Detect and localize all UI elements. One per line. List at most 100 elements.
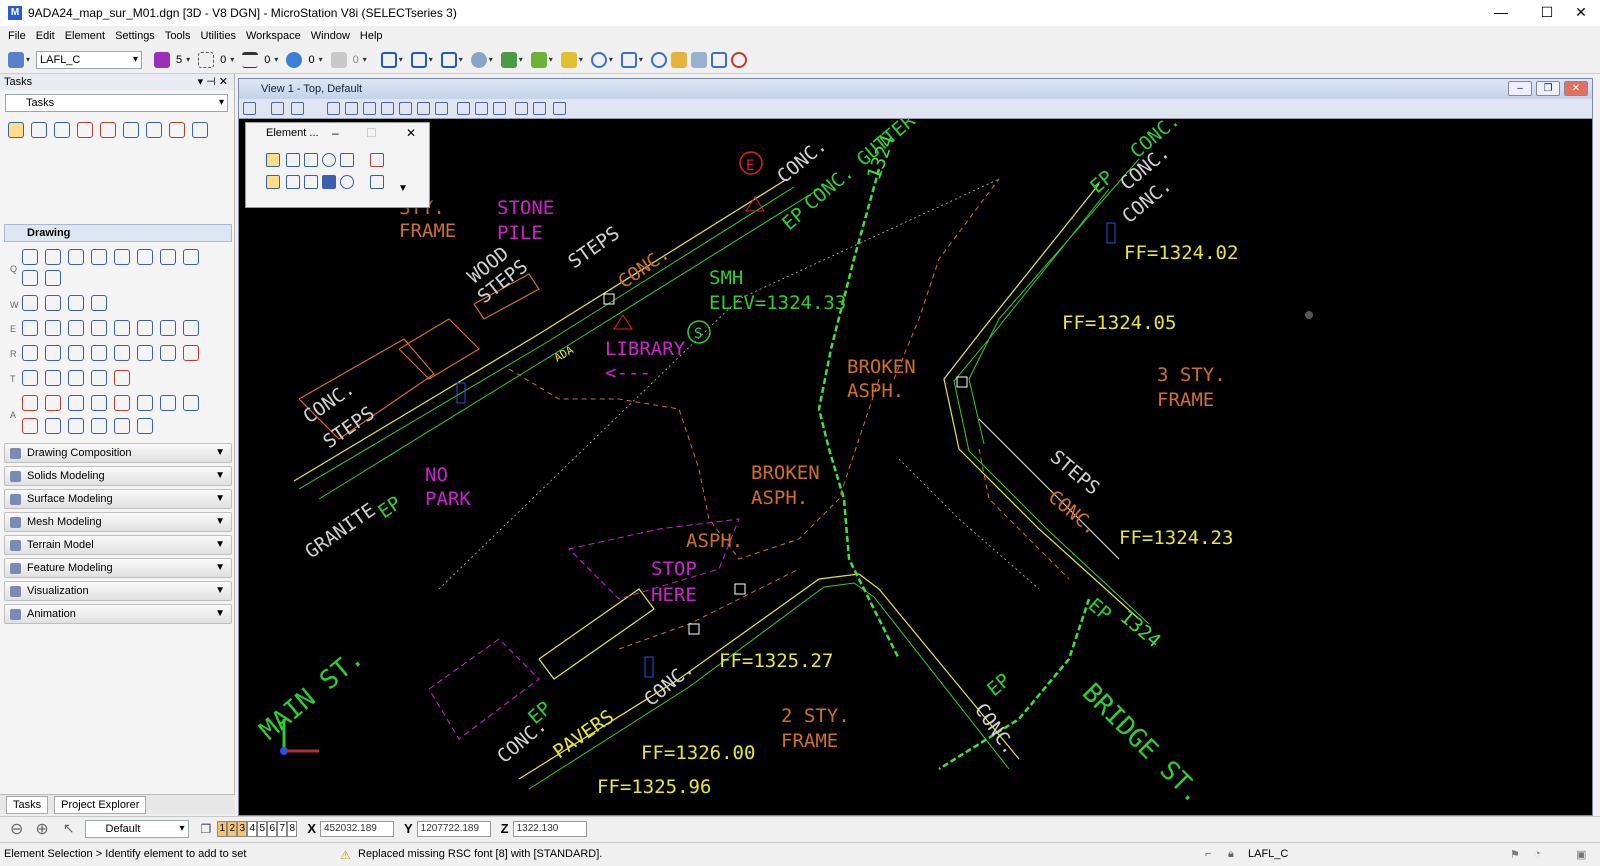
bspline-icon[interactable] (137, 249, 153, 265)
section-visualization[interactable]: Visualization ▼ (4, 581, 232, 601)
design-history-icon[interactable]: ◔ (1534, 848, 1541, 860)
tasks-panel-controls[interactable]: ▾ ⊣ ✕ (198, 74, 228, 90)
dialog-close-button[interactable]: ✕ (406, 123, 416, 143)
menu-tools[interactable]: Tools (165, 30, 191, 42)
display-style-view-icon[interactable] (271, 102, 284, 115)
polygon-icon[interactable] (91, 295, 107, 311)
references-icon[interactable] (410, 51, 427, 68)
abc-icon[interactable] (137, 395, 153, 411)
level-manager-dropdown[interactable]: ▾ (26, 55, 30, 64)
view-3-button[interactable]: 3 (237, 820, 248, 837)
shape-select-icon[interactable] (304, 153, 318, 167)
menu-element[interactable]: Element (65, 30, 105, 42)
group-icon[interactable] (22, 370, 38, 386)
tab-project-explorer[interactable]: Project Explorer (54, 795, 147, 814)
active-level-status[interactable]: LAFL_C (1248, 848, 1288, 860)
arc-angle-icon[interactable] (160, 320, 176, 336)
section-drawing-composition[interactable]: Drawing Composition ▼ (4, 443, 232, 463)
message-center-icon[interactable]: ⚑ (1510, 848, 1520, 861)
level-manager-icon[interactable] (8, 51, 24, 68)
view-next-icon[interactable] (475, 102, 488, 115)
clip-mask-icon[interactable] (533, 102, 546, 115)
individual-select-icon[interactable] (266, 153, 280, 167)
view-4-button[interactable]: 4 (247, 820, 258, 837)
active-level-combo[interactable]: LAFL_C (36, 50, 143, 69)
modify-icon[interactable] (123, 122, 139, 138)
lock-icon[interactable] (68, 370, 84, 386)
priority-dropdown[interactable]: ▾ (363, 55, 367, 64)
axis-icon[interactable] (54, 122, 70, 138)
references-dropdown[interactable]: ▾ (429, 55, 433, 64)
drawing-section-header[interactable]: Drawing (4, 224, 232, 242)
hatch-icon[interactable] (22, 345, 38, 361)
update-view-icon[interactable] (327, 102, 340, 115)
line-select-icon[interactable] (340, 153, 354, 167)
display-style-icon[interactable] (500, 51, 517, 68)
menu-workspace[interactable]: Workspace (246, 30, 301, 42)
block-select-icon[interactable] (286, 153, 300, 167)
menu-settings[interactable]: Settings (115, 30, 155, 42)
arc-axis-icon[interactable] (183, 320, 199, 336)
clear-selection-icon[interactable] (370, 153, 384, 167)
edit-text-icon[interactable] (45, 395, 61, 411)
status-message[interactable]: Replaced missing RSC font [8] with [STAN… (358, 848, 602, 860)
saved-views-icon[interactable] (530, 51, 547, 68)
line-icon[interactable] (45, 249, 61, 265)
menu-utilities[interactable]: Utilities (201, 30, 236, 42)
line-style-dropdown[interactable]: ▾ (230, 55, 234, 64)
section-feature-modeling[interactable]: Feature Modeling ▼ (4, 558, 232, 578)
half-ellipse-icon[interactable] (91, 320, 107, 336)
freeform-icon[interactable] (183, 249, 199, 265)
zoom-in-icon[interactable] (345, 102, 358, 115)
section-solids-modeling[interactable]: Solids Modeling ▼ (4, 466, 232, 486)
measure-tool-icon[interactable] (192, 122, 208, 138)
color-dropdown[interactable]: ▾ (186, 55, 190, 64)
circle-icon[interactable] (22, 320, 38, 336)
view-groups-icon[interactable]: ❐ (201, 822, 212, 836)
measure-distance-icon[interactable] (22, 270, 38, 286)
text-attributes-icon[interactable] (68, 418, 84, 434)
menu-file[interactable]: File (8, 30, 26, 42)
place-text-icon[interactable] (22, 395, 38, 411)
info-icon[interactable] (650, 51, 667, 68)
pointer-icon[interactable]: ↖ (63, 820, 75, 837)
view-close-button[interactable]: ✕ (1564, 81, 1588, 96)
models-dropdown[interactable]: ▾ (399, 55, 403, 64)
view-attributes-icon[interactable] (243, 102, 256, 115)
fence-icon[interactable] (31, 122, 47, 138)
line-weight-dropdown[interactable]: ▾ (274, 55, 278, 64)
linear-pattern-icon[interactable] (91, 345, 107, 361)
drawing-canvas[interactable]: STY. FRAME STONE PILE WOOD STEPS STEPS C… (239, 119, 1594, 816)
transparency-dropdown[interactable]: ▾ (319, 55, 323, 64)
view-minimize-button[interactable]: – (1508, 81, 1532, 96)
match-pattern-icon[interactable] (137, 345, 153, 361)
view-8-button[interactable]: 8 (287, 820, 298, 837)
accudraw-icon[interactable] (590, 51, 607, 68)
ellipse-icon[interactable] (45, 320, 61, 336)
construct-icon[interactable] (45, 270, 61, 286)
change-text-icon[interactable] (114, 395, 130, 411)
multiline-icon[interactable] (68, 249, 84, 265)
view-attributes-combo[interactable]: Default (84, 819, 189, 838)
show-pattern-icon[interactable] (114, 345, 130, 361)
scale-icon[interactable] (146, 122, 162, 138)
text-style-icon[interactable] (91, 418, 107, 434)
arc-icon[interactable] (68, 320, 84, 336)
spell-check-icon[interactable] (91, 395, 107, 411)
view-2-button[interactable]: 2 (227, 820, 238, 837)
menu-window[interactable]: Window (311, 30, 350, 42)
view-1-button[interactable]: 1 (217, 820, 228, 837)
menu-help[interactable]: Help (360, 30, 383, 42)
crosshatch-icon[interactable] (45, 345, 61, 361)
add-selection-icon[interactable] (286, 175, 300, 189)
clip-volume-icon[interactable] (515, 102, 528, 115)
select-all-icon[interactable] (340, 175, 354, 189)
raster-manager-icon[interactable] (440, 51, 457, 68)
orthogonal-shape-icon[interactable] (68, 295, 84, 311)
section-animation[interactable]: Animation ▼ (4, 604, 232, 624)
modify-arc-icon[interactable] (137, 320, 153, 336)
circle-select-icon[interactable] (322, 153, 336, 167)
snap-dropdown[interactable]: ▾ (639, 55, 643, 64)
text-size-icon[interactable] (160, 395, 176, 411)
delete-icon[interactable] (169, 122, 185, 138)
